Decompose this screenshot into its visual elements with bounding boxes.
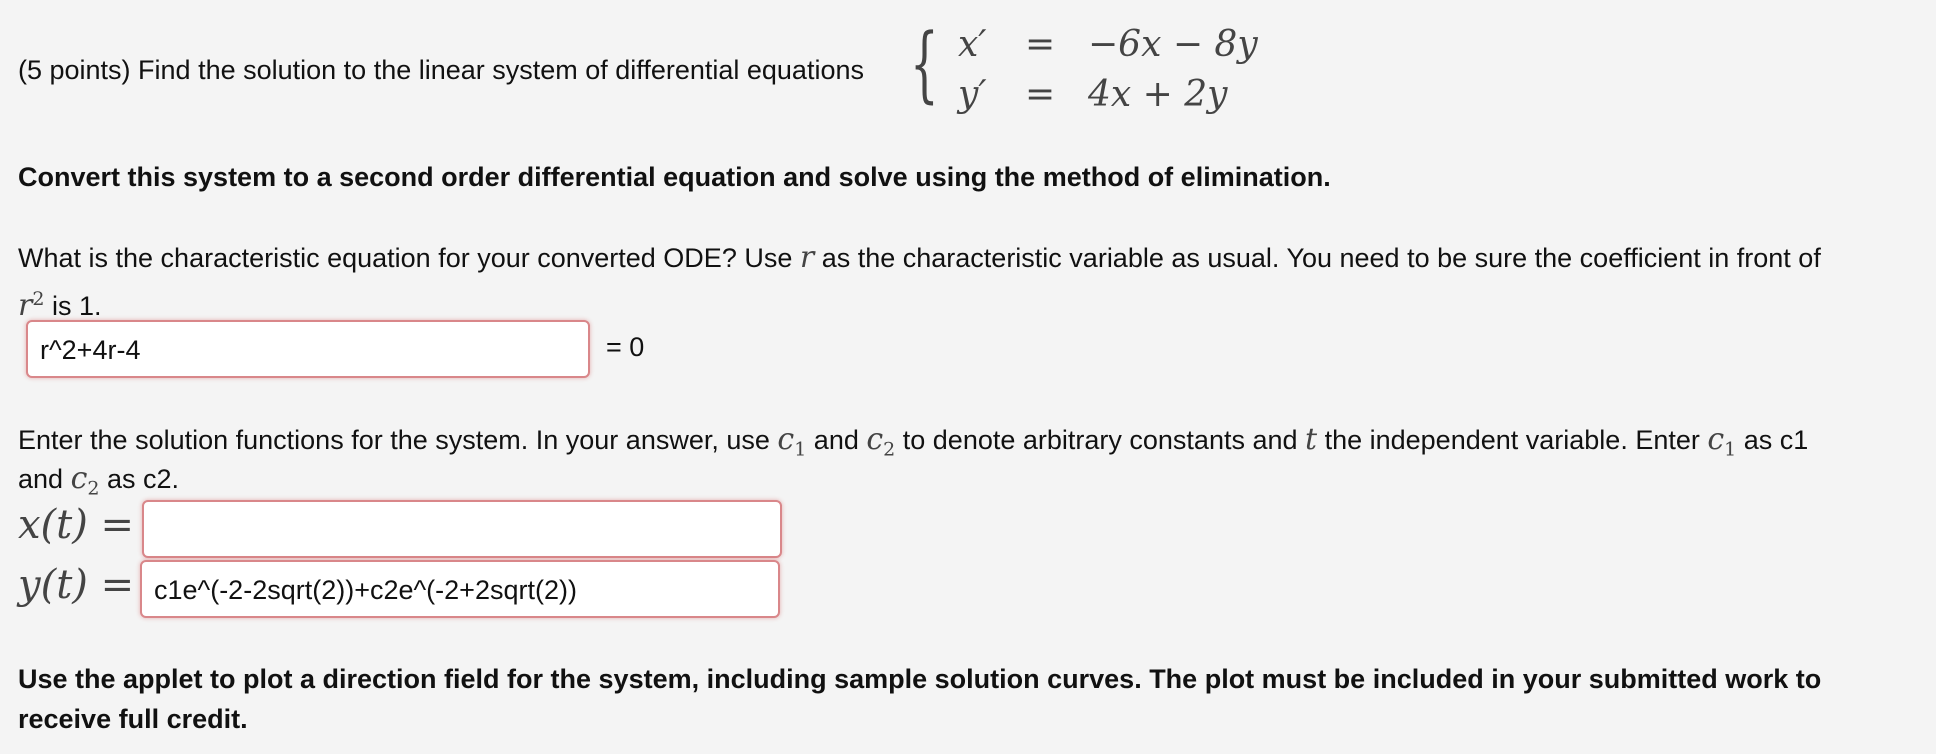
var-c2: c: [866, 422, 884, 457]
characteristic-equation-input[interactable]: r^2+4r-4: [26, 320, 590, 378]
characteristic-question: What is the characteristic equation for …: [18, 238, 1928, 278]
characteristic-question-cont: r2 is 1.: [18, 288, 102, 323]
solution-instructions: Enter the solution functions for the sys…: [18, 422, 1809, 461]
char-text-c: is 1.: [44, 291, 102, 321]
y-of-t-label: y(t) =: [18, 562, 135, 608]
var-c1: c: [777, 422, 795, 457]
instruction-heading: Convert this system to a second order di…: [18, 162, 1331, 192]
eq2-lhs: y′: [958, 74, 987, 115]
var-r: r: [799, 240, 815, 275]
equals-zero-label: = 0: [606, 332, 645, 362]
char-text-b: as the characteristic variable as usual.…: [814, 243, 1821, 273]
eq1-equals: =: [1025, 24, 1056, 65]
footer-instruction-line2: receive full credit.: [18, 704, 248, 734]
eq1-rhs: −6x − 8y: [1088, 24, 1258, 65]
footer-instruction-line1: Use the applet to plot a direction field…: [18, 664, 1822, 694]
y-solution-input[interactable]: c1e^(-2-2sqrt(2))+c2e^(-2+2sqrt(2)): [140, 560, 780, 618]
left-brace: {: [910, 17, 939, 112]
x-solution-input[interactable]: [142, 500, 782, 558]
eq2-equals: =: [1025, 74, 1056, 115]
x-of-t-label: x(t) =: [18, 502, 135, 548]
eq1-lhs: x′: [958, 24, 987, 65]
char-text-a: What is the characteristic equation for …: [18, 243, 800, 273]
equation-system: { x′ = −6x − 8y y′ = 4x + 2y: [910, 22, 1270, 122]
var-r-squared: r: [18, 288, 33, 323]
var-t: t: [1305, 422, 1318, 457]
question-prompt: (5 points) Find the solution to the line…: [18, 55, 864, 85]
eq2-rhs: 4x + 2y: [1088, 74, 1228, 115]
